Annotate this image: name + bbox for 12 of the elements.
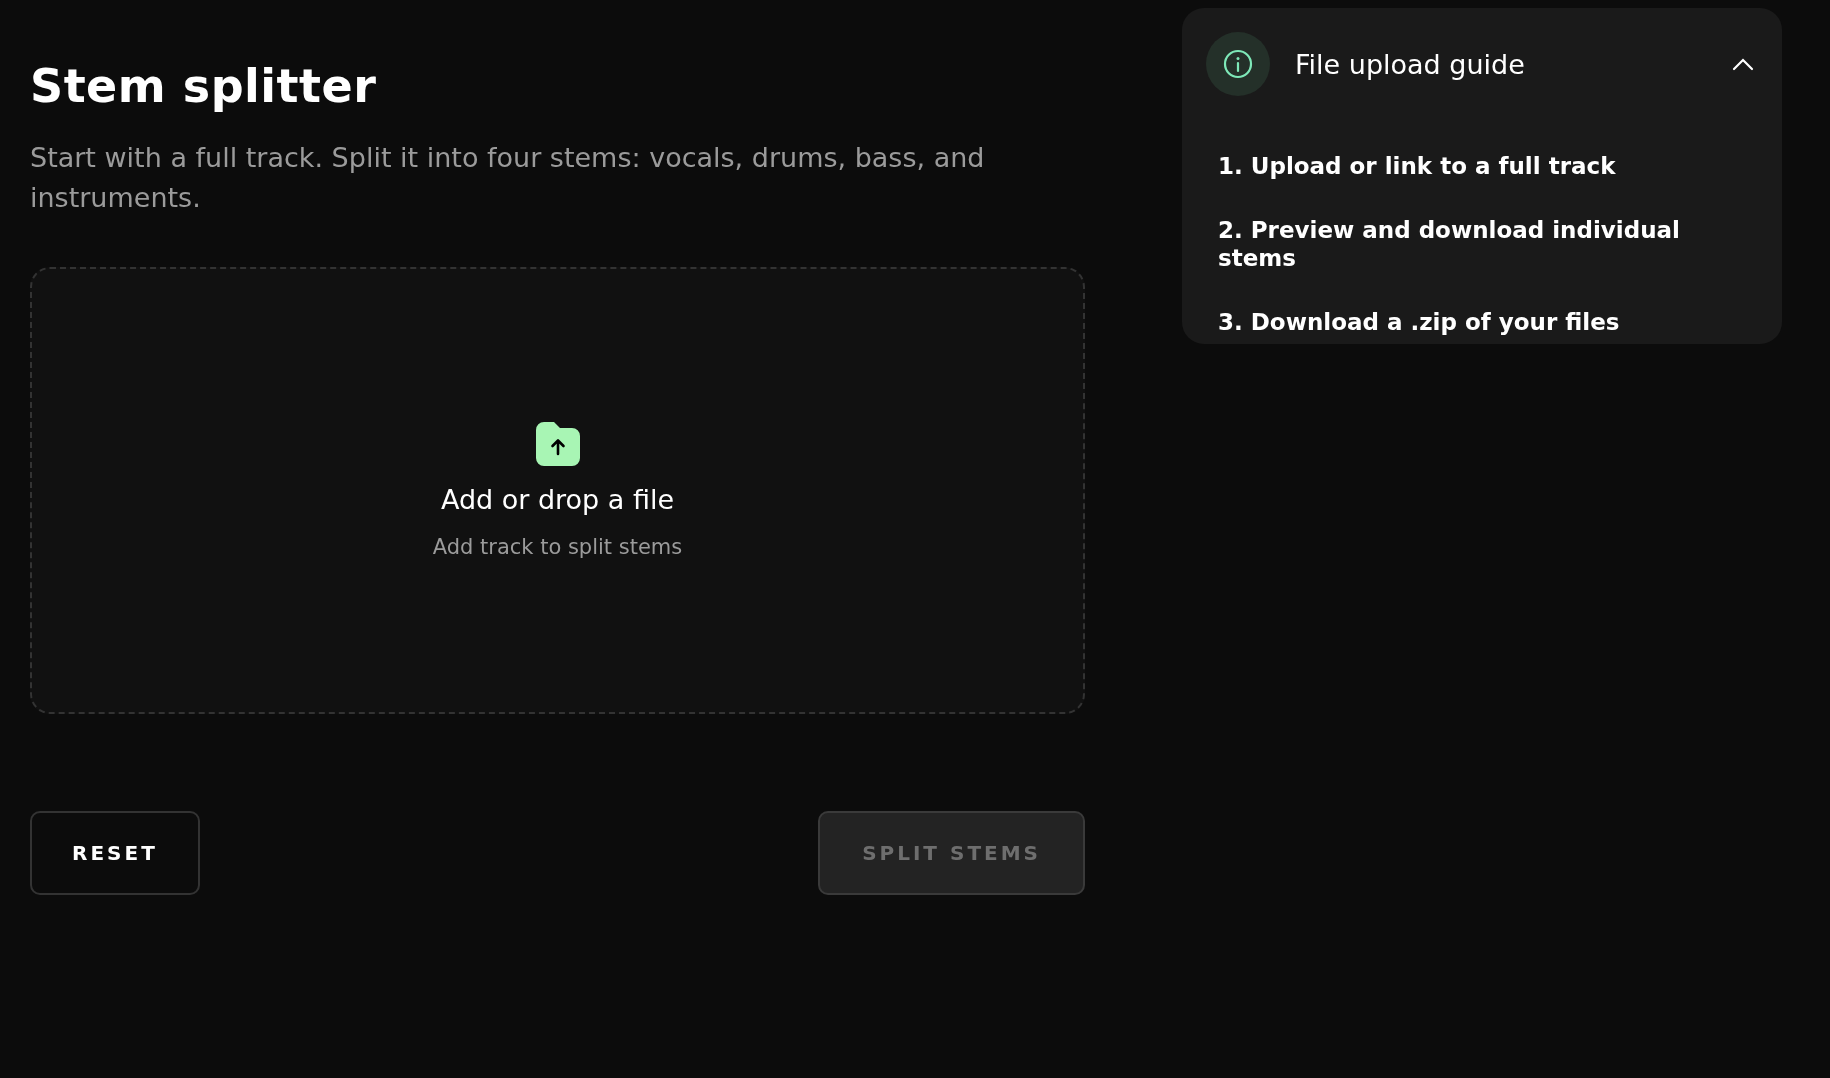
page-description: Start with a full track. Split it into four stems: vocals, drums, bass, and instruments.: [30, 141, 986, 215]
guide-step: 1. Upload or link to a full track: [1218, 152, 1758, 180]
dropzone-label: Add or drop a file: [440, 484, 675, 515]
dropzone-hint: Add track to split stems: [432, 535, 683, 559]
folder-upload-icon: [535, 422, 580, 466]
guide-title: File upload guide: [1295, 48, 1526, 80]
page-title: Stem splitter: [30, 60, 378, 112]
guide-step: 2. Preview and download individual stems: [1218, 216, 1758, 272]
guide-step: 3. Download a .zip of your files: [1218, 308, 1758, 336]
reset-button[interactable]: RESET: [30, 811, 200, 895]
chevron-icon[interactable]: [1732, 57, 1754, 71]
file-dropzone[interactable]: Add or drop a file Add track to split stems: [30, 267, 1085, 714]
